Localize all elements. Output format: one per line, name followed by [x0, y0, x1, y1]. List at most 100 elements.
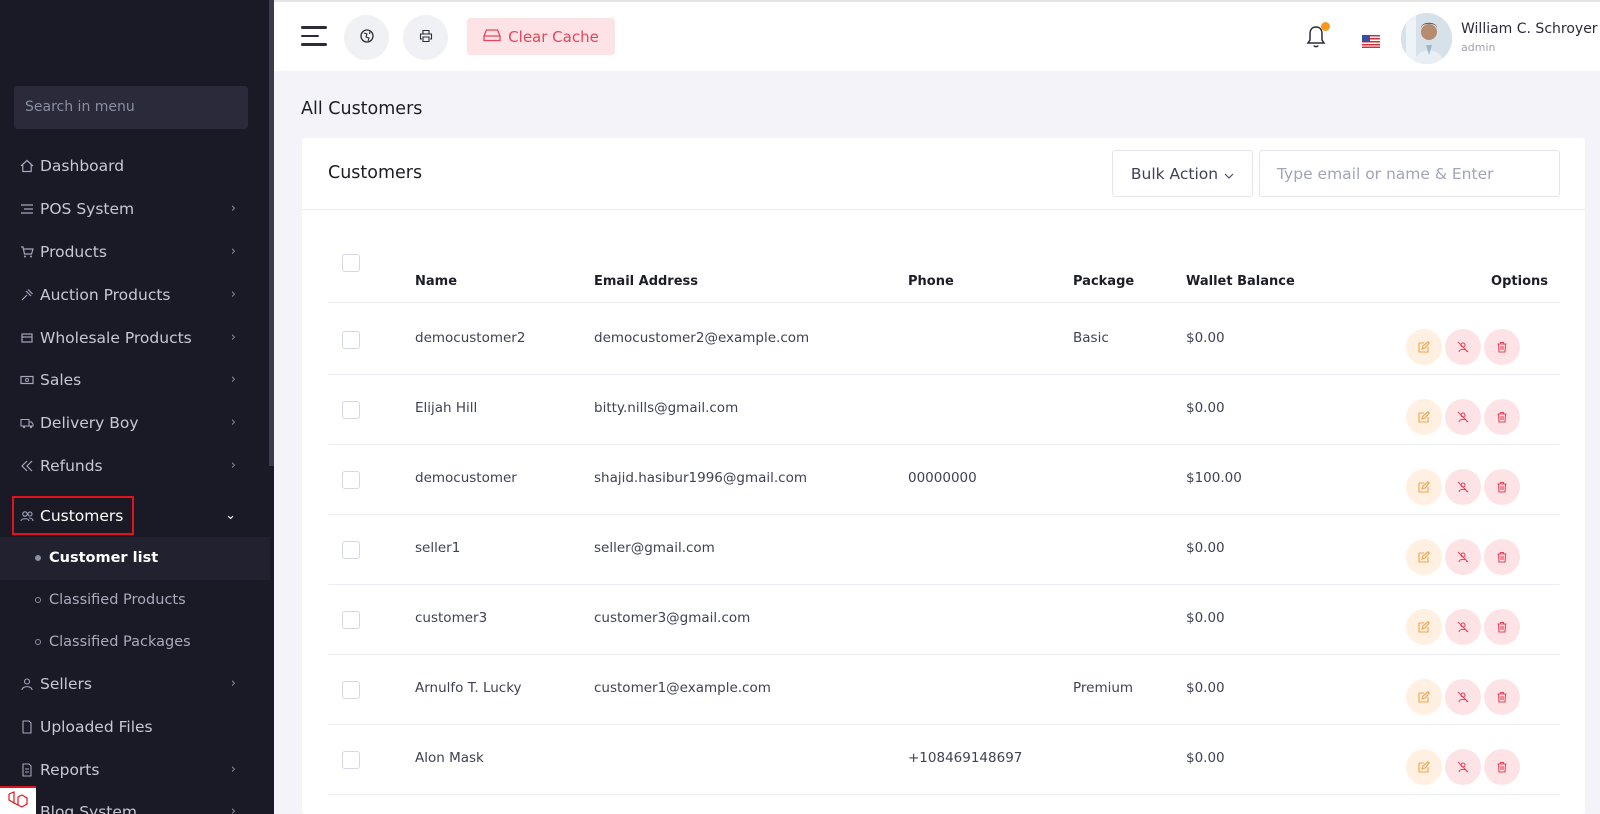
sidebar-item-label: Delivery Boy [40, 414, 139, 432]
table-row: Arnulfo T. Lucky customer1@example.com P… [328, 654, 1560, 725]
bulk-action-dropdown[interactable]: Bulk Action [1112, 150, 1253, 197]
sidebar-item-blog-system[interactable]: Blog System › [0, 792, 270, 814]
edit-button[interactable] [1406, 399, 1442, 435]
customer-name: democustomer2 [415, 330, 526, 346]
printer-icon [419, 28, 433, 47]
chevron-down-icon [1224, 165, 1234, 183]
customer-email: customer1@example.com [594, 680, 771, 696]
trash-icon [1496, 338, 1508, 357]
chevron-right-icon: › [230, 244, 236, 259]
customer-wallet-balance: $0.00 [1186, 330, 1225, 346]
row-checkbox[interactable] [342, 401, 360, 419]
sidebar-item-uploaded-files[interactable]: Uploaded Files [0, 707, 270, 747]
notification-badge [1321, 22, 1330, 31]
customer-wallet-balance: $0.00 [1186, 680, 1225, 696]
sidebar-item-sellers[interactable]: Sellers › [0, 664, 270, 704]
row-checkbox[interactable] [342, 751, 360, 769]
customer-search-input[interactable] [1259, 150, 1560, 197]
column-header-wallet-balance: Wallet Balance [1186, 274, 1295, 289]
column-header-package: Package [1073, 274, 1135, 289]
sidebar-item-dashboard[interactable]: Dashboard [0, 146, 270, 186]
delete-button[interactable] [1484, 399, 1520, 435]
sidebar: Search in menu Dashboard POS System › Pr… [0, 0, 274, 814]
edit-button[interactable] [1406, 679, 1442, 715]
column-header-name: Name [415, 274, 458, 289]
sidebar-subitem-customer-list[interactable]: Customer list [0, 543, 270, 573]
sidebar-item-products[interactable]: Products › [0, 232, 270, 272]
sidebar-search-input[interactable]: Search in menu [14, 86, 248, 129]
delete-button[interactable] [1484, 329, 1520, 365]
ban-customer-button[interactable] [1445, 329, 1481, 365]
sidebar-item-label: Refunds [40, 457, 103, 475]
sidebar-item-refunds[interactable]: Refunds › [0, 446, 270, 486]
sidebar-item-label: Wholesale Products [40, 329, 192, 347]
select-all-checkbox[interactable] [342, 254, 360, 272]
laravel-logo-icon [0, 786, 36, 814]
sidebar-item-auction-products[interactable]: Auction Products › [0, 275, 270, 315]
topbar: Clear Cache William C. Schroyer admin [274, 0, 1600, 71]
sidebar-item-sales[interactable]: Sales › [0, 360, 270, 400]
hard-drive-icon [483, 28, 501, 46]
edit-button[interactable] [1406, 469, 1442, 505]
menu-toggle-icon[interactable] [301, 26, 327, 48]
edit-icon [1418, 408, 1430, 427]
edit-button[interactable] [1406, 749, 1442, 785]
customer-package: Basic [1073, 330, 1109, 346]
bulk-action-label: Bulk Action [1130, 164, 1219, 183]
sidebar-item-pos-system[interactable]: POS System › [0, 189, 270, 229]
delete-button[interactable] [1484, 679, 1520, 715]
user-role: admin [1461, 41, 1496, 54]
customer-wallet-balance: $0.00 [1186, 400, 1225, 416]
sidebar-item-label: Dashboard [40, 157, 125, 175]
clear-cache-button[interactable]: Clear Cache [467, 18, 615, 55]
edit-button[interactable] [1406, 539, 1442, 575]
sidebar-subitem-classified-products[interactable]: Classified Products [0, 585, 270, 615]
ban-customer-button[interactable] [1445, 469, 1481, 505]
table-row: democustomer shajid.hasibur1996@gmail.co… [328, 444, 1560, 515]
user-slash-icon [1457, 338, 1469, 357]
user-name[interactable]: William C. Schroyer [1461, 21, 1598, 37]
user-icon [20, 677, 34, 691]
ban-customer-button[interactable] [1445, 539, 1481, 575]
sidebar-subitem-label: Classified Products [49, 592, 186, 608]
ban-customer-button[interactable] [1445, 609, 1481, 645]
row-checkbox[interactable] [342, 611, 360, 629]
user-slash-icon [1457, 618, 1469, 637]
edit-button[interactable] [1406, 609, 1442, 645]
delete-button[interactable] [1484, 609, 1520, 645]
trash-icon [1496, 478, 1508, 497]
delete-button[interactable] [1484, 469, 1520, 505]
us-flag-icon[interactable] [1362, 33, 1380, 48]
sidebar-item-delivery-boy[interactable]: Delivery Boy › [0, 403, 270, 443]
row-checkbox[interactable] [342, 331, 360, 349]
globe-button[interactable] [344, 15, 389, 60]
bullet-icon [35, 597, 41, 603]
ban-customer-button[interactable] [1445, 679, 1481, 715]
table-row: Alon Mask +108469148697 $0.00 [328, 724, 1560, 795]
customer-name: Arnulfo T. Lucky [415, 680, 522, 696]
customer-email: shajid.hasibur1996@gmail.com [594, 470, 807, 486]
customer-name: Alon Mask [415, 750, 484, 766]
row-checkbox[interactable] [342, 681, 360, 699]
delete-button[interactable] [1484, 749, 1520, 785]
sidebar-item-wholesale-products[interactable]: Wholesale Products › [0, 318, 270, 358]
user-avatar[interactable] [1401, 13, 1452, 64]
sidebar-item-label: Reports [40, 761, 100, 779]
money-icon [20, 373, 34, 387]
card-title: Customers [328, 163, 423, 183]
edit-button[interactable] [1406, 329, 1442, 365]
column-header-options: Options [1491, 274, 1548, 289]
sidebar-subitem-classified-packages[interactable]: Classified Packages [0, 627, 270, 657]
print-button[interactable] [403, 15, 448, 60]
delete-button[interactable] [1484, 539, 1520, 575]
chevron-right-icon: › [230, 372, 236, 387]
sidebar-item-label: Products [40, 243, 107, 261]
chevron-right-icon: › [230, 330, 236, 345]
ban-customer-button[interactable] [1445, 399, 1481, 435]
row-checkbox[interactable] [342, 541, 360, 559]
sidebar-item-reports[interactable]: Reports › [0, 750, 270, 790]
ban-customer-button[interactable] [1445, 749, 1481, 785]
row-checkbox[interactable] [342, 471, 360, 489]
sidebar-item-label: Uploaded Files [40, 718, 153, 736]
customer-email: democustomer2@example.com [594, 330, 810, 346]
